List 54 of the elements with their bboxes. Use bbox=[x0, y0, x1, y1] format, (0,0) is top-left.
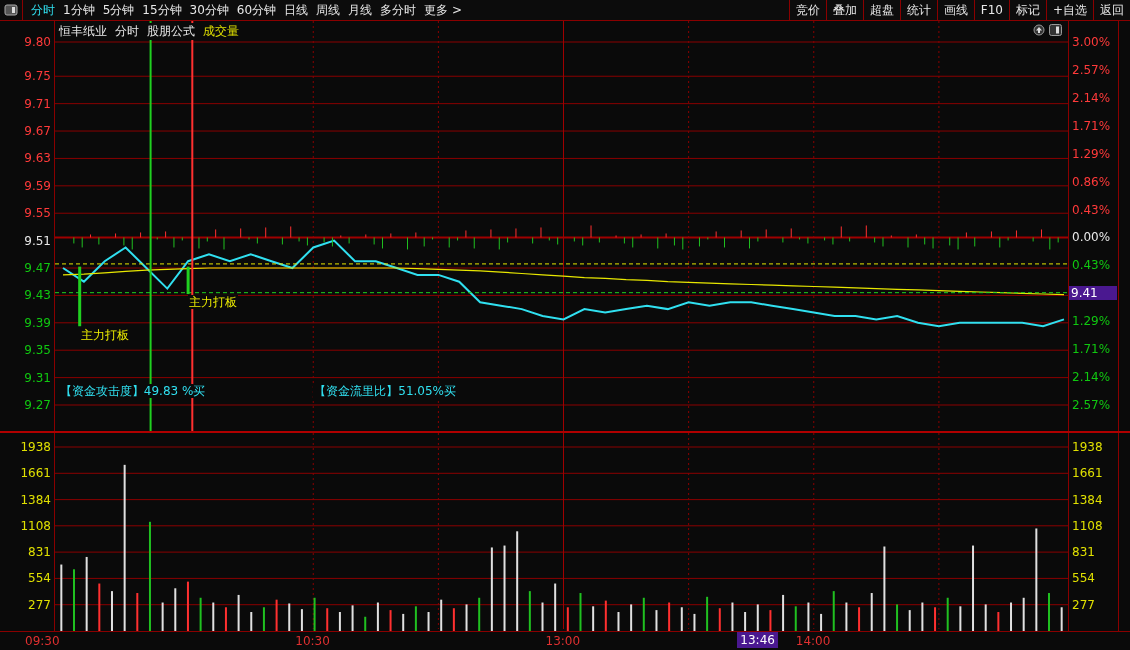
volume-tick: 1384 bbox=[1072, 492, 1103, 507]
price-tick: 9.55 bbox=[24, 206, 51, 221]
volume-tick: 1108 bbox=[20, 518, 51, 533]
time-tick: 13:00 bbox=[545, 634, 581, 648]
percent-tick: 2.14% bbox=[1072, 370, 1111, 385]
indicator-reading: 【资金流里比】51.05%买 bbox=[313, 384, 457, 399]
percent-tick: 2.14% bbox=[1072, 90, 1111, 105]
volume-tick: 554 bbox=[1072, 571, 1095, 586]
price-tick: 9.27 bbox=[24, 398, 51, 412]
volume-tick: 554 bbox=[28, 571, 51, 586]
price-tick: 9.35 bbox=[24, 343, 51, 358]
signal-label: 主力打板 bbox=[79, 328, 130, 343]
percent-tick: 2.57% bbox=[1072, 62, 1111, 77]
percent-tick: 1.71% bbox=[1072, 342, 1111, 357]
time-tick: 10:30 bbox=[295, 634, 330, 648]
price-tick: 9.80 bbox=[24, 35, 51, 49]
price-tick: 9.43 bbox=[24, 288, 51, 303]
signal-label: 主力打板 bbox=[188, 295, 239, 310]
price-tick: 9.75 bbox=[24, 69, 51, 84]
percent-tick: 3.00% bbox=[1072, 35, 1111, 49]
price-tick: 9.63 bbox=[24, 151, 51, 166]
volume-tick: 277 bbox=[1072, 597, 1095, 612]
volume-tick: 1108 bbox=[1072, 518, 1103, 533]
volume-tick: 1938 bbox=[1072, 440, 1103, 454]
volume-tick: 831 bbox=[28, 545, 51, 560]
chart-title: 恒丰纸业 bbox=[59, 23, 107, 40]
percent-tick: 1.71% bbox=[1072, 118, 1111, 133]
volume-tick: 277 bbox=[28, 597, 51, 612]
percent-tick: 1.29% bbox=[1072, 146, 1111, 161]
time-tick: 14:00 bbox=[795, 634, 831, 648]
percent-tick: 2.57% bbox=[1072, 398, 1111, 412]
indicator-name: 成交量 bbox=[203, 23, 239, 40]
volume-tick: 1661 bbox=[20, 466, 51, 481]
cursor-time: 13:46 bbox=[737, 632, 778, 648]
chart-title: 分时 bbox=[115, 23, 139, 40]
price-tick: 9.39 bbox=[24, 315, 51, 330]
percent-tick: 0.00% bbox=[1072, 230, 1111, 245]
chart-title: 股朋公式 bbox=[147, 23, 195, 40]
volume-tick: 1938 bbox=[20, 440, 51, 454]
price-tick: 9.31 bbox=[24, 370, 51, 385]
price-tick: 9.59 bbox=[24, 178, 51, 193]
price-tick: 9.67 bbox=[24, 124, 51, 139]
price-tick: 9.71 bbox=[24, 96, 51, 111]
volume-tick: 1661 bbox=[1072, 466, 1103, 481]
time-tick: 09:30 bbox=[25, 634, 60, 648]
percent-tick: 1.29% bbox=[1072, 314, 1111, 329]
price-marker: 9.41 bbox=[1069, 286, 1117, 301]
price-tick: 9.47 bbox=[24, 261, 51, 275]
percent-tick: 0.86% bbox=[1072, 174, 1111, 189]
percent-tick: 0.43% bbox=[1072, 202, 1111, 217]
volume-tick: 831 bbox=[1072, 545, 1095, 560]
price-tick: 9.51 bbox=[24, 233, 51, 248]
volume-tick: 1384 bbox=[20, 492, 51, 507]
percent-tick: 0.43% bbox=[1072, 258, 1111, 273]
